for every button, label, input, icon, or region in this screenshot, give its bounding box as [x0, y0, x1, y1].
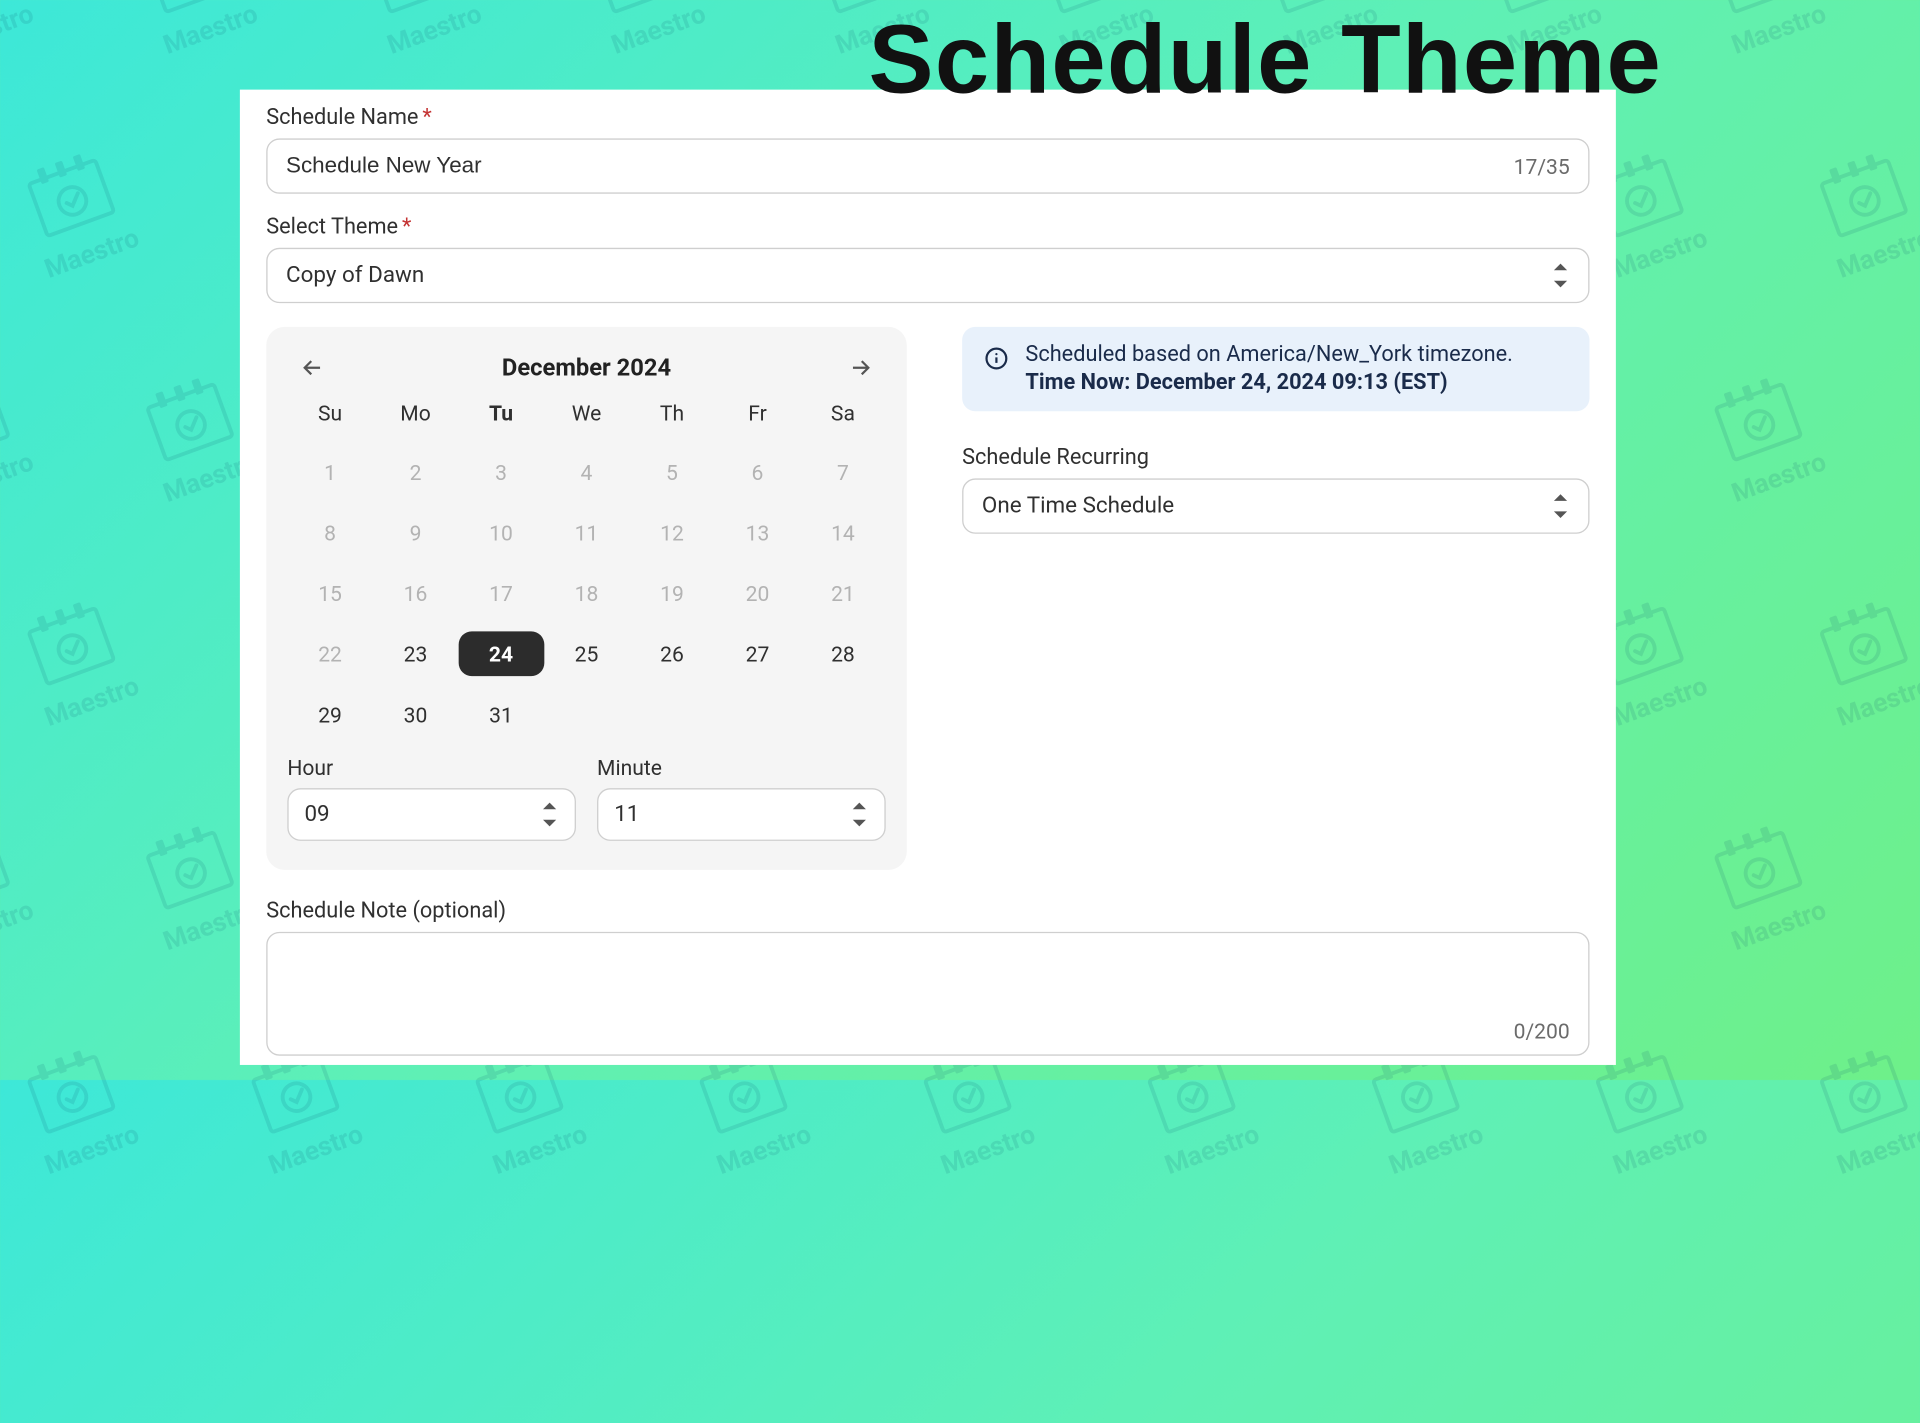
schedule-name-input[interactable] — [286, 153, 1514, 179]
select-theme-dropdown[interactable]: Copy of Dawn — [266, 248, 1589, 303]
select-theme-label: Select Theme* — [266, 215, 1589, 240]
page-title: Schedule Theme — [0, 0, 1920, 110]
calendar-day — [800, 692, 885, 737]
calendar-dow: Mo — [373, 395, 458, 433]
required-marker: * — [402, 215, 411, 240]
timezone-banner: Scheduled based on America/New_York time… — [962, 327, 1589, 411]
calendar-day[interactable]: 31 — [458, 692, 543, 737]
chevron-updown-icon — [540, 803, 558, 827]
calendar-day: 5 — [629, 449, 714, 494]
calendar-day: 20 — [715, 571, 800, 616]
calendar-day[interactable]: 28 — [800, 631, 885, 676]
minute-stepper[interactable]: 11 — [597, 788, 886, 841]
calendar-month-label: December 2024 — [502, 354, 671, 382]
calendar-day: 18 — [544, 571, 629, 616]
calendar-day: 21 — [800, 571, 885, 616]
calendar-day[interactable]: 25 — [544, 631, 629, 676]
note-textarea[interactable] — [268, 933, 1589, 1012]
hour-label: Hour — [287, 755, 576, 780]
minute-label: Minute — [597, 755, 886, 780]
calendar-day: 1 — [287, 449, 372, 494]
calendar-day: 2 — [373, 449, 458, 494]
schedule-name-input-wrap[interactable]: 17/35 — [266, 138, 1589, 193]
calendar-dow: Fr — [715, 395, 800, 433]
calendar-day: 22 — [287, 631, 372, 676]
calendar-day: 19 — [629, 571, 714, 616]
next-month-button[interactable] — [844, 351, 878, 385]
recurring-dropdown[interactable]: One Time Schedule — [962, 478, 1589, 533]
calendar-dow: We — [544, 395, 629, 433]
calendar-day: 15 — [287, 571, 372, 616]
calendar-day[interactable]: 24 — [458, 631, 543, 676]
note-counter: 0/200 — [1514, 1019, 1570, 1044]
calendar-day — [544, 692, 629, 737]
calendar-dow: Su — [287, 395, 372, 433]
calendar-day[interactable]: 30 — [373, 692, 458, 737]
calendar-day: 17 — [458, 571, 543, 616]
calendar-day[interactable]: 26 — [629, 631, 714, 676]
calendar-day: 3 — [458, 449, 543, 494]
prev-month-button[interactable] — [295, 351, 329, 385]
calendar-day: 6 — [715, 449, 800, 494]
arrow-right-icon — [847, 355, 873, 381]
calendar-day[interactable]: 23 — [373, 631, 458, 676]
calendar-dow: Th — [629, 395, 714, 433]
calendar-day: 7 — [800, 449, 885, 494]
calendar-day: 9 — [373, 510, 458, 555]
recurring-value: One Time Schedule — [982, 493, 1174, 519]
chevron-updown-icon — [850, 803, 868, 827]
time-now-text: Time Now: December 24, 2024 09:13 (EST) — [1025, 370, 1512, 395]
note-textarea-wrap[interactable]: 0/200 — [266, 932, 1589, 1056]
hour-stepper[interactable]: 09 — [287, 788, 576, 841]
chevron-updown-icon — [1551, 494, 1569, 518]
calendar-day: 13 — [715, 510, 800, 555]
calendar-day[interactable]: 29 — [287, 692, 372, 737]
chevron-updown-icon — [1551, 264, 1569, 288]
calendar-day: 4 — [544, 449, 629, 494]
date-picker: December 2024 SuMoTuWeThFrSa123456789101… — [266, 327, 907, 870]
calendar-dow: Tu — [458, 395, 543, 433]
calendar-day: 14 — [800, 510, 885, 555]
arrow-left-icon — [299, 355, 325, 381]
hour-value: 09 — [304, 801, 329, 827]
schedule-form-card: Schedule Name* 17/35 Select Theme* Copy … — [240, 90, 1616, 1065]
calendar-day: 10 — [458, 510, 543, 555]
info-icon — [983, 345, 1009, 377]
calendar-day[interactable]: 27 — [715, 631, 800, 676]
calendar-day: 12 — [629, 510, 714, 555]
schedule-name-counter: 17/35 — [1514, 154, 1570, 179]
calendar-day: 16 — [373, 571, 458, 616]
calendar-day — [629, 692, 714, 737]
minute-value: 11 — [614, 801, 639, 827]
select-theme-value: Copy of Dawn — [286, 262, 424, 288]
calendar-dow: Sa — [800, 395, 885, 433]
recurring-label: Schedule Recurring — [962, 445, 1589, 470]
note-label: Schedule Note (optional) — [266, 899, 1589, 924]
calendar-day — [715, 692, 800, 737]
timezone-text: Scheduled based on America/New_York time… — [1025, 343, 1512, 368]
calendar-day: 11 — [544, 510, 629, 555]
calendar-day: 8 — [287, 510, 372, 555]
